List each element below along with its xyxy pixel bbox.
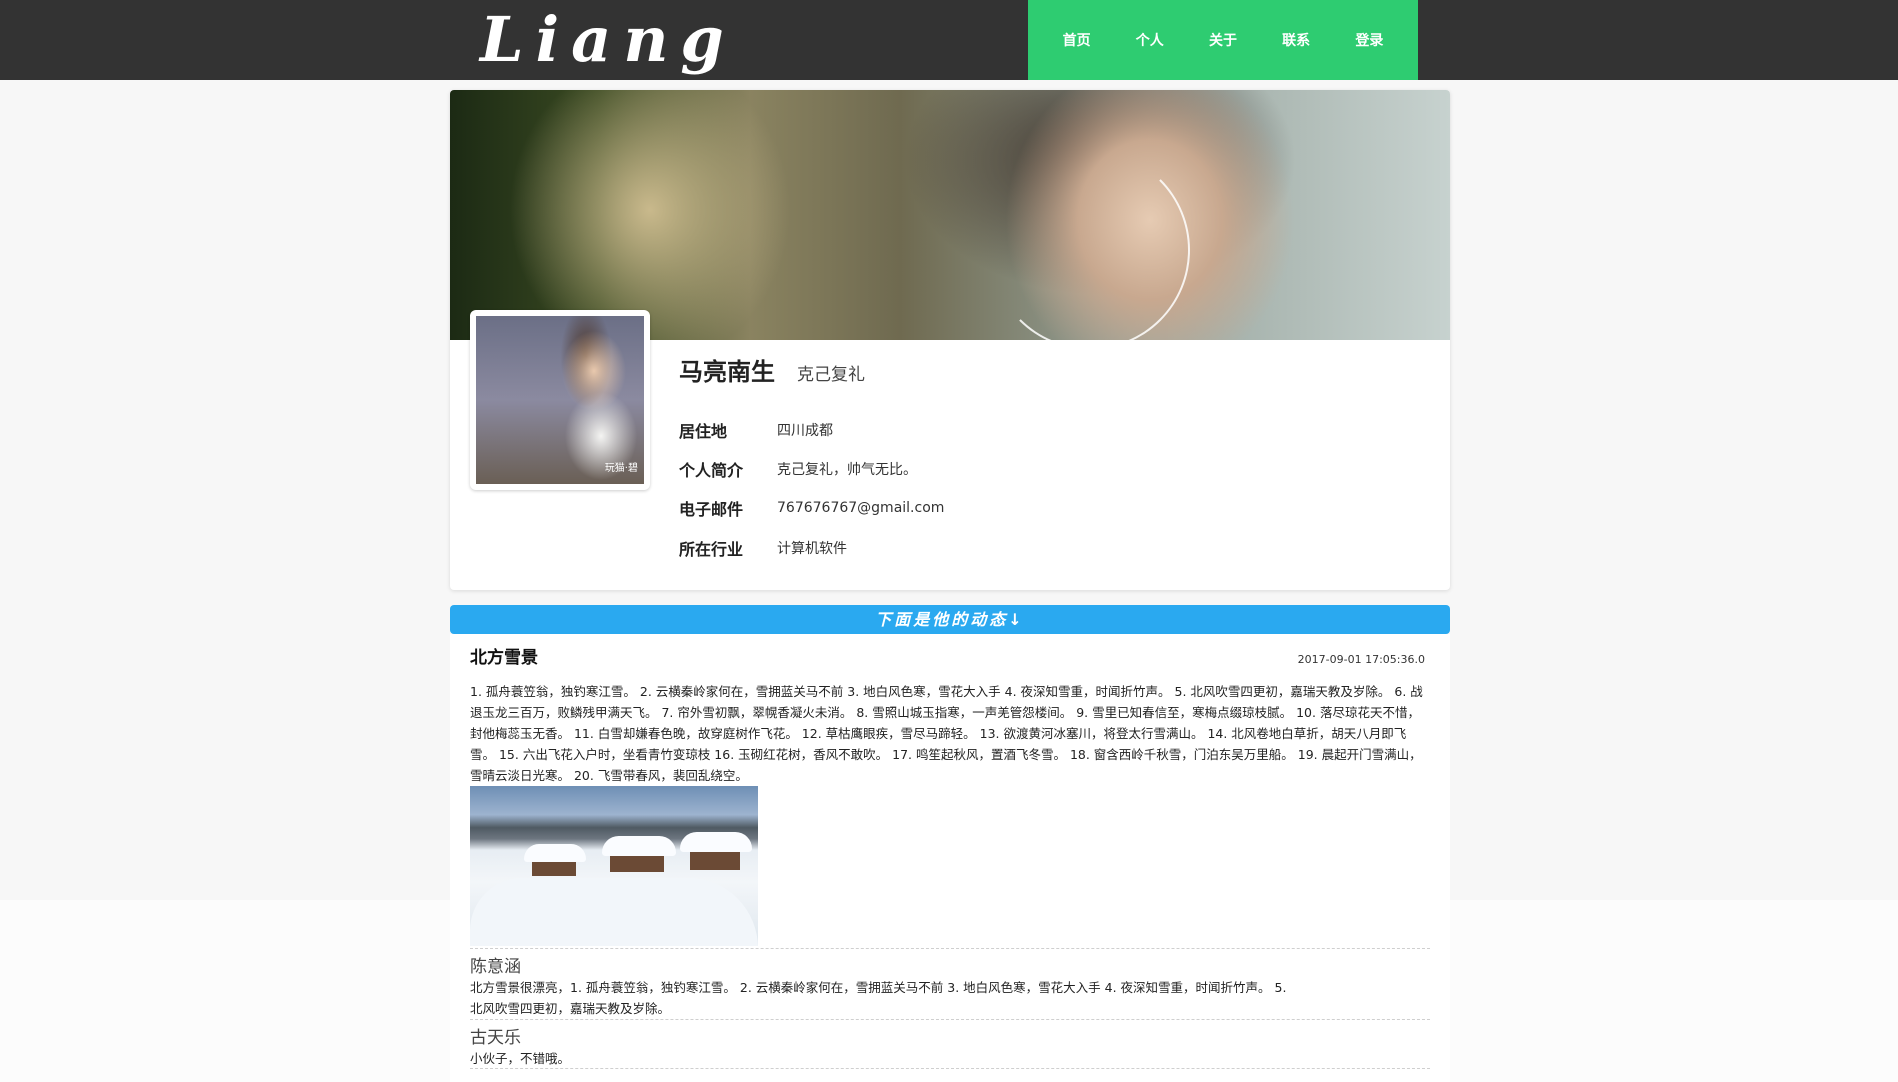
comment-item: 古天乐 小伙子，不错哦。 xyxy=(470,1019,1430,1069)
info-label: 所在行业 xyxy=(679,540,744,559)
nav-item-about[interactable]: 关于 xyxy=(1201,24,1245,56)
post-body: 1. 孤舟蓑笠翁，独钓寒江雪。 2. 云横秦岭家何在，雪拥蓝关马不前 3. 地白… xyxy=(470,684,1423,783)
comment-text: 北方雪景很漂亮，1. 孤舟蓑笠翁，独钓寒江雪。 2. 云横秦岭家何在，雪拥蓝关马… xyxy=(470,980,1287,1016)
nav-item-contact[interactable]: 联系 xyxy=(1274,24,1318,56)
feed-header: 下面是他的动态↓ xyxy=(450,605,1450,634)
main-nav: 首页 个人 关于 联系 登录 xyxy=(1028,0,1418,80)
nav-item-home[interactable]: 首页 xyxy=(1055,24,1099,56)
info-label: 居住地 xyxy=(679,422,728,441)
profile-name-row: 马亮南生 克己复礼 xyxy=(679,352,865,387)
info-value: 克己复礼，帅气无比。 xyxy=(777,462,917,478)
avatar-caption: 玩猫·碧 xyxy=(604,463,638,474)
nav-item-personal[interactable]: 个人 xyxy=(1128,24,1172,56)
info-row-residence: 居住地 四川成都 xyxy=(679,418,833,442)
profile-motto: 克己复礼 xyxy=(797,365,865,385)
info-value: 计算机软件 xyxy=(777,541,847,557)
email-link[interactable]: 767676767@gmail.com xyxy=(777,500,944,516)
comment-item: 陈意涵 北方雪景很漂亮，1. 孤舟蓑笠翁，独钓寒江雪。 2. 云横秦岭家何在，雪… xyxy=(470,948,1430,1019)
profile-banner-image xyxy=(450,90,1450,350)
snow-roof xyxy=(602,836,676,856)
comment-author[interactable]: 古天乐 xyxy=(470,1023,1430,1048)
snow-field xyxy=(470,878,758,946)
info-row-email: 电子邮件 767676767@gmail.com xyxy=(679,496,944,520)
post-card: 北方雪景 2017-09-01 17:05:36.0 1. 孤舟蓑笠翁，独钓寒江… xyxy=(450,634,1450,1082)
comment-divider xyxy=(470,1068,1430,1069)
profile-card: 玩猫·碧 马亮南生 克己复礼 居住地 四川成都 个人简介 克己复礼，帅气无比。 … xyxy=(450,90,1450,590)
snow-roof xyxy=(524,844,586,862)
info-label: 电子邮件 xyxy=(679,500,744,519)
info-label: 个人简介 xyxy=(679,461,744,480)
nav-item-login[interactable]: 登录 xyxy=(1347,24,1391,56)
avatar-frame: 玩猫·碧 xyxy=(470,310,650,490)
post-title[interactable]: 北方雪景 xyxy=(470,643,538,668)
top-bar: Liang 首页 个人 关于 联系 登录 xyxy=(0,0,1898,80)
post-image-snow-village[interactable] xyxy=(470,786,758,946)
comment-text: 小伙子，不错哦。 xyxy=(470,1051,571,1066)
profile-name: 马亮南生 xyxy=(679,358,775,386)
snow-roof xyxy=(680,832,752,852)
avatar[interactable]: 玩猫·碧 xyxy=(476,316,644,484)
post-timestamp: 2017-09-01 17:05:36.0 xyxy=(1297,653,1425,666)
site-logo[interactable]: Liang xyxy=(480,4,736,76)
info-value: 四川成都 xyxy=(777,423,833,439)
banner-headphone-wire xyxy=(990,150,1190,350)
info-row-bio: 个人简介 克己复礼，帅气无比。 xyxy=(679,457,917,481)
comment-author[interactable]: 陈意涵 xyxy=(470,952,1430,977)
info-row-industry: 所在行业 计算机软件 xyxy=(679,536,847,560)
